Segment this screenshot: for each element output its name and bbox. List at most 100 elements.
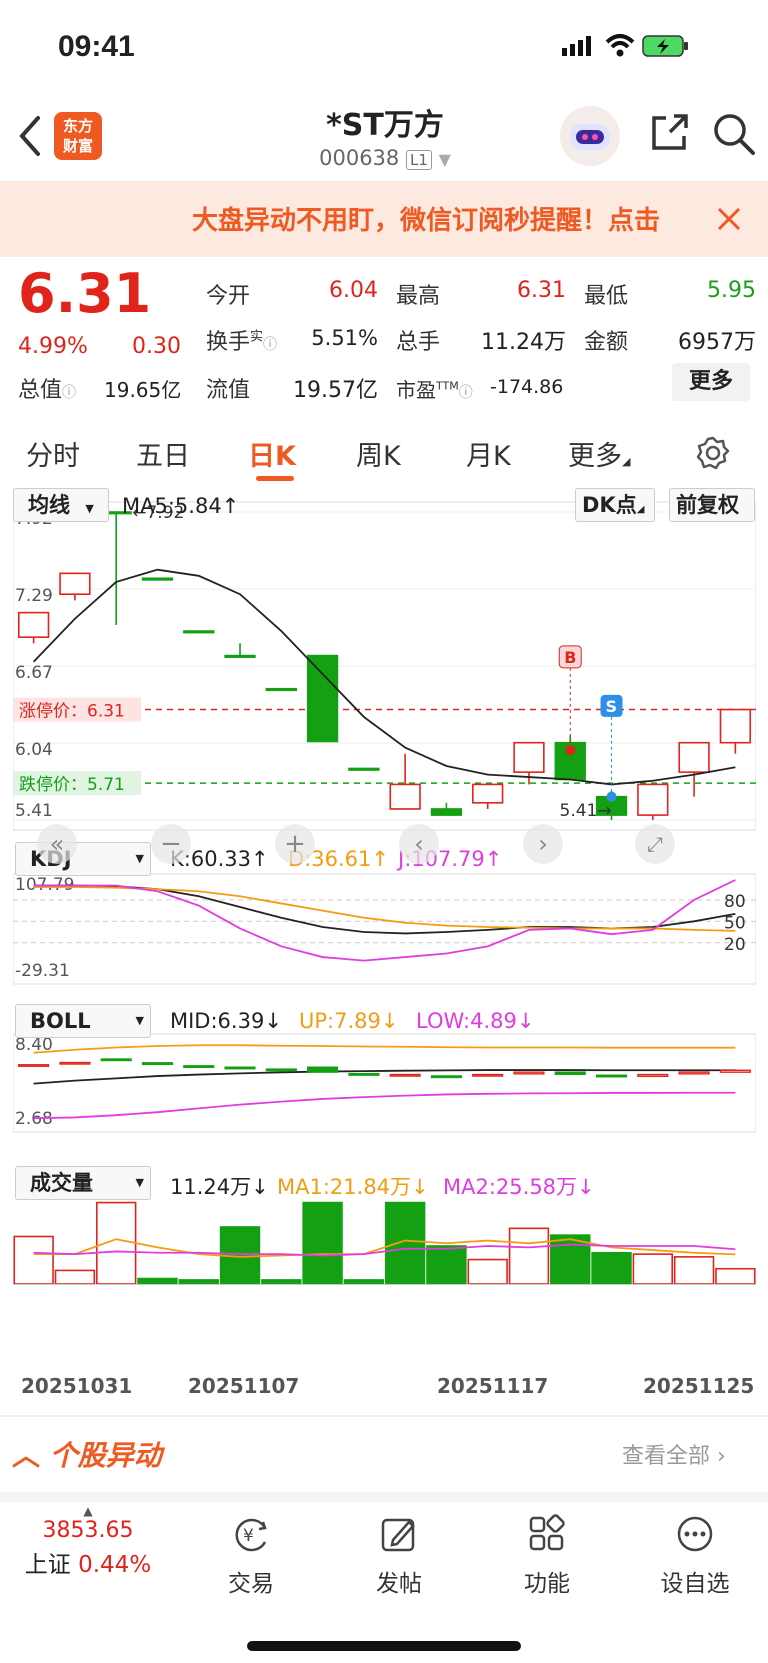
tab-monthly-k[interactable]: 月K [466, 434, 511, 473]
kdj-k-line [33, 884, 736, 935]
open-value: 6.04 [329, 278, 378, 303]
info-icon: ⓘ [458, 385, 473, 401]
boll-candle [472, 1073, 504, 1077]
kdj-d-line [33, 886, 736, 932]
boll-up: UP:7.89↓ [299, 1009, 399, 1033]
edit-icon [381, 1518, 415, 1552]
search-icon[interactable] [712, 112, 756, 156]
change-amount: 0.30 [132, 334, 181, 359]
volume-bar [384, 1201, 426, 1285]
tab-five-day[interactable]: 五日 [136, 434, 190, 473]
limit-up-label: 涨停价：6.31 [19, 702, 125, 722]
share-icon[interactable] [648, 112, 690, 154]
volume-current: 11.24万↓ [170, 1175, 269, 1199]
tab-intraday[interactable]: 分时 [26, 434, 80, 473]
scroll-left-fast-button[interactable]: « [37, 824, 77, 864]
candle-body [678, 741, 710, 773]
change-pct: 4.99% [18, 334, 88, 359]
app-logo: 东方 财富 [54, 112, 102, 160]
volume-bar [54, 1269, 96, 1285]
last-price: 6.31 [18, 262, 152, 325]
settings-gear-icon[interactable] [696, 436, 730, 470]
low-value: 5.95 [707, 278, 756, 303]
adjust-button[interactable]: 前复权 [669, 488, 755, 522]
volume-select[interactable]: 成交量 ▼ [15, 1166, 151, 1200]
amount-label: 金额 [584, 330, 629, 355]
level-badge: L1 [405, 150, 432, 170]
boll-select[interactable]: BOLL ▼ [15, 1004, 151, 1038]
stock-code-row[interactable]: 000638 L1 ▼ [240, 146, 530, 170]
ma5-value: MA5:5.84↑ [122, 494, 240, 518]
view-all-link[interactable]: 查看全部 › [622, 1438, 726, 1470]
boll-candle [513, 1071, 545, 1075]
tab-more[interactable]: 更多◢ [568, 434, 630, 473]
boll-low: LOW:4.89↓ [416, 1009, 535, 1033]
mktcap-label[interactable]: 总值ⓘ [18, 372, 76, 404]
candle-body [719, 708, 752, 744]
close-icon[interactable] [716, 206, 742, 232]
scroll-right-button[interactable]: › [523, 824, 563, 864]
ma-select[interactable]: 均线 ▼ [13, 488, 109, 522]
boll-candle [100, 1058, 132, 1062]
kline-svg: 7.927.296.676.045.41涨停价：6.31跌停价：5.71←7.9… [13, 501, 756, 1285]
info-icon: ⓘ [62, 385, 77, 401]
date-label: 20251125 [643, 1374, 755, 1398]
tabbar-functions[interactable]: 功能 [502, 1514, 592, 1598]
stock-alert-title[interactable]: ︿ 个股异动 [12, 1434, 162, 1474]
tabbar-post[interactable]: 发帖 [354, 1514, 444, 1598]
boll-candle [595, 1074, 628, 1078]
tabbar-trade[interactable]: ¥ 交易 [206, 1514, 296, 1598]
pe-value: -174.86 [490, 376, 564, 398]
boll-candle [637, 1073, 669, 1078]
index-ticker[interactable]: ▲ 3853.65 上证 0.44% [18, 1504, 158, 1579]
back-icon[interactable] [16, 114, 44, 158]
kdj-level-label: 20 [724, 935, 746, 955]
boll-candle [59, 1061, 91, 1065]
grid-icon [529, 1514, 565, 1551]
candle-body [141, 577, 174, 581]
buy-marker-dot [565, 745, 576, 756]
date-label: 20251031 [21, 1374, 133, 1398]
pe-label[interactable]: 市盈TTMⓘ [396, 374, 473, 403]
kdj-select[interactable]: KDJ▼ [15, 842, 151, 876]
float-label: 流值 [206, 378, 251, 403]
kline-chart-area[interactable]: 7.927.296.676.045.41涨停价：6.31跌停价：5.71←7.9… [13, 488, 756, 1408]
candle-body [430, 808, 463, 816]
volume-bar [715, 1267, 756, 1285]
dk-button[interactable]: DK点◢ [575, 488, 655, 522]
more-dots-icon [677, 1516, 713, 1552]
zoom-in-button[interactable]: + [275, 824, 315, 864]
zoom-out-button[interactable]: − [151, 824, 191, 864]
boll-candle [18, 1064, 50, 1067]
tab-daily-k[interactable]: 日K [248, 434, 296, 473]
sell-marker-dot [606, 791, 617, 802]
tabbar-add-watchlist[interactable]: 设自选 [650, 1514, 740, 1598]
candle-body [389, 783, 421, 810]
turnover-label[interactable]: 换手实ⓘ [206, 324, 277, 356]
robot-assistant-icon[interactable] [560, 106, 620, 166]
buy-marker-text: B [564, 648, 576, 667]
volume-value: 11.24万 [481, 330, 566, 355]
banner-text[interactable]: 大盘异动不用盯，微信订阅秒提醒！点击 [192, 200, 692, 237]
low-label: 最低 [584, 284, 629, 309]
boll-candle [183, 1065, 215, 1069]
boll-mid-line [33, 1069, 736, 1085]
chevron-right-icon: › [717, 1444, 726, 1469]
boll-mid: MID:6.39↓ [170, 1009, 282, 1033]
fullscreen-icon[interactable]: ⤢ [635, 824, 675, 864]
index-name: 上证 [24, 1552, 71, 1578]
min-price-marker: 5.41→ [560, 801, 612, 821]
candle-body [306, 654, 339, 743]
candle-body [472, 783, 504, 804]
volume-bar [302, 1201, 343, 1285]
scroll-left-button[interactable]: ‹ [399, 824, 439, 864]
y-axis-label: 6.67 [15, 663, 53, 683]
status-time: 09:41 [58, 30, 135, 63]
limit-down-label: 跌停价：5.71 [19, 775, 125, 795]
tab-weekly-k[interactable]: 周K [356, 434, 401, 473]
more-quote-button[interactable]: 更多 [672, 363, 750, 401]
volume-bar [13, 1235, 54, 1285]
stock-name: *ST万方 [326, 108, 444, 143]
boll-candle [307, 1066, 339, 1073]
open-label: 今开 [206, 284, 251, 309]
